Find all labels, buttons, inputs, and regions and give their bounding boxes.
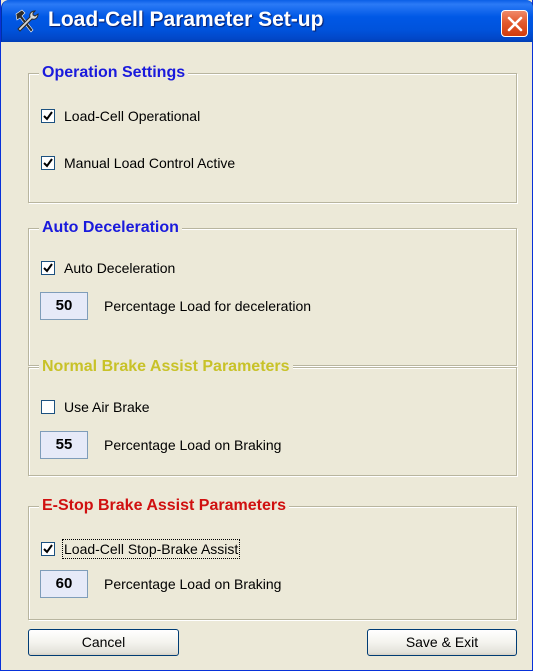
title-bar[interactable]: Load-Cell Parameter Set-up bbox=[1, 0, 533, 42]
normal-braking-percentage-label: Percentage Load on Braking bbox=[104, 437, 282, 453]
tools-icon bbox=[13, 9, 39, 33]
checkbox-label: Use Air Brake bbox=[64, 399, 150, 415]
checkbox-box[interactable] bbox=[41, 542, 55, 556]
close-button[interactable] bbox=[501, 10, 528, 37]
check-mark-icon bbox=[43, 544, 53, 554]
normal-braking-percentage-row: 55 Percentage Load on Braking bbox=[40, 431, 281, 459]
checkbox-box[interactable] bbox=[41, 400, 55, 414]
auto-deceleration-title: Auto Deceleration bbox=[39, 218, 182, 238]
checkbox-label: Auto Deceleration bbox=[64, 260, 176, 276]
auto-deceleration-checkbox[interactable]: Auto Deceleration bbox=[41, 259, 175, 277]
checkbox-label: Load-Cell Stop-Brake Assist bbox=[61, 539, 241, 559]
auto-deceleration-group: Auto Deceleration Auto Deceleration 50 P… bbox=[28, 218, 517, 366]
save-exit-button[interactable]: Save & Exit bbox=[367, 629, 517, 656]
checkbox-box[interactable] bbox=[41, 156, 55, 170]
dialog-window: Load-Cell Parameter Set-up Operation Set… bbox=[0, 0, 533, 671]
deceleration-percentage-input[interactable]: 50 bbox=[40, 292, 88, 320]
checkbox-box[interactable] bbox=[41, 109, 55, 123]
cancel-button[interactable]: Cancel bbox=[28, 629, 179, 656]
estop-braking-percentage-label: Percentage Load on Braking bbox=[104, 576, 282, 592]
estop-brake-assist-title: E-Stop Brake Assist Parameters bbox=[39, 496, 289, 516]
checkbox-box[interactable] bbox=[41, 261, 55, 275]
manual-load-control-checkbox[interactable]: Manual Load Control Active bbox=[41, 154, 235, 172]
window-title: Load-Cell Parameter Set-up bbox=[48, 8, 324, 31]
estop-braking-percentage-input[interactable]: 60 bbox=[40, 570, 88, 598]
operation-settings-title: Operation Settings bbox=[39, 63, 189, 83]
estop-brake-assist-group: E-Stop Brake Assist Parameters Load-Cell… bbox=[28, 496, 517, 620]
operation-settings-group: Operation Settings Load-Cell Operational… bbox=[28, 63, 517, 203]
deceleration-percentage-row: 50 Percentage Load for deceleration bbox=[40, 292, 311, 320]
checkbox-label: Manual Load Control Active bbox=[64, 155, 236, 171]
load-cell-stop-brake-checkbox[interactable]: Load-Cell Stop-Brake Assist bbox=[41, 539, 241, 559]
use-air-brake-checkbox[interactable]: Use Air Brake bbox=[41, 398, 150, 416]
check-mark-icon bbox=[43, 263, 53, 273]
close-icon bbox=[507, 16, 523, 32]
check-mark-icon bbox=[43, 111, 53, 121]
estop-braking-percentage-row: 60 Percentage Load on Braking bbox=[40, 570, 281, 598]
normal-brake-assist-title: Normal Brake Assist Parameters bbox=[39, 357, 293, 377]
checkbox-label: Load-Cell Operational bbox=[64, 108, 201, 124]
deceleration-percentage-label: Percentage Load for deceleration bbox=[104, 298, 312, 314]
normal-brake-assist-group: Normal Brake Assist Parameters Use Air B… bbox=[28, 357, 517, 476]
check-mark-icon bbox=[43, 158, 53, 168]
normal-braking-percentage-input[interactable]: 55 bbox=[40, 431, 88, 459]
load-cell-operational-checkbox[interactable]: Load-Cell Operational bbox=[41, 107, 200, 125]
